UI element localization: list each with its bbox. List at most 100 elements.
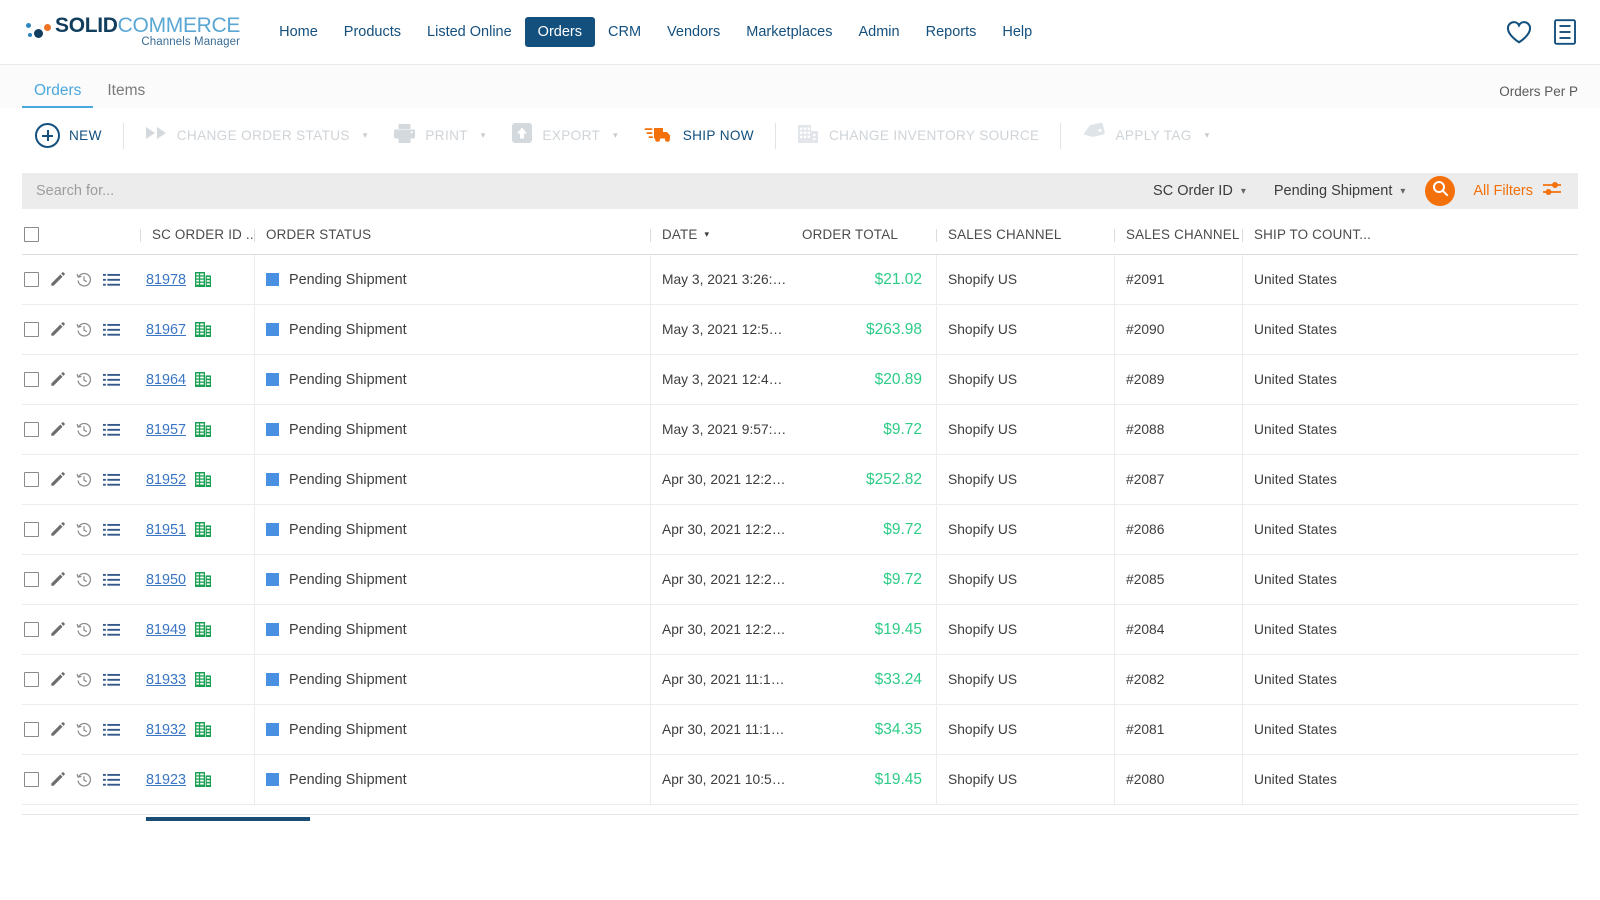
tab-orders[interactable]: Orders: [22, 82, 93, 108]
export-button[interactable]: EXPORT ▾: [498, 116, 630, 156]
line-items-icon[interactable]: [103, 773, 120, 787]
edit-pencil-icon[interactable]: [50, 772, 65, 787]
change-order-status-button[interactable]: CHANGE ORDER STATUS ▾: [132, 116, 381, 156]
order-status-filter-selector[interactable]: Pending Shipment ▾: [1260, 183, 1420, 199]
spreadsheet-icon[interactable]: [195, 672, 211, 687]
nav-item-orders[interactable]: Orders: [525, 17, 595, 47]
column-header-sc-order-id[interactable]: SC ORDER ID ...: [140, 227, 254, 255]
order-id-link[interactable]: 81923: [146, 772, 186, 788]
order-id-link[interactable]: 81967: [146, 322, 186, 338]
row-select-checkbox[interactable]: [24, 722, 39, 737]
table-row[interactable]: 81952Pending ShipmentApr 30, 2021 12:29:…: [22, 455, 1578, 505]
row-select-checkbox[interactable]: [24, 622, 39, 637]
spreadsheet-icon[interactable]: [195, 622, 211, 637]
line-items-icon[interactable]: [103, 273, 120, 287]
search-submit-button[interactable]: [1425, 176, 1455, 206]
history-clock-icon[interactable]: [76, 622, 92, 638]
table-row[interactable]: 81951Pending ShipmentApr 30, 2021 12:28:…: [22, 505, 1578, 555]
row-select-checkbox[interactable]: [24, 272, 39, 287]
edit-pencil-icon[interactable]: [50, 322, 65, 337]
spreadsheet-icon[interactable]: [195, 472, 211, 487]
spreadsheet-icon[interactable]: [195, 572, 211, 587]
apply-tag-button[interactable]: APPLY TAG ▾: [1069, 116, 1222, 156]
nav-item-help[interactable]: Help: [989, 17, 1045, 47]
history-clock-icon[interactable]: [76, 422, 92, 438]
line-items-icon[interactable]: [103, 423, 120, 437]
edit-pencil-icon[interactable]: [50, 672, 65, 687]
nav-item-home[interactable]: Home: [266, 17, 331, 47]
order-id-link[interactable]: 81933: [146, 672, 186, 688]
order-id-link[interactable]: 81932: [146, 722, 186, 738]
edit-pencil-icon[interactable]: [50, 722, 65, 737]
edit-pencil-icon[interactable]: [50, 372, 65, 387]
edit-pencil-icon[interactable]: [50, 272, 65, 287]
edit-pencil-icon[interactable]: [50, 622, 65, 637]
history-clock-icon[interactable]: [76, 572, 92, 588]
row-select-checkbox[interactable]: [24, 572, 39, 587]
row-select-checkbox[interactable]: [24, 422, 39, 437]
heart-icon[interactable]: [1506, 20, 1532, 44]
order-id-link[interactable]: 81978: [146, 272, 186, 288]
spreadsheet-icon[interactable]: [195, 272, 211, 287]
column-header-sales-channel-order[interactable]: SALES CHANNEL ORDER...: [1114, 227, 1242, 255]
row-select-checkbox[interactable]: [24, 522, 39, 537]
select-all-checkbox[interactable]: [24, 227, 39, 242]
order-id-link[interactable]: 81952: [146, 472, 186, 488]
history-clock-icon[interactable]: [76, 672, 92, 688]
history-clock-icon[interactable]: [76, 522, 92, 538]
row-select-checkbox[interactable]: [24, 672, 39, 687]
new-button[interactable]: NEW: [22, 116, 115, 156]
history-clock-icon[interactable]: [76, 772, 92, 788]
edit-pencil-icon[interactable]: [50, 572, 65, 587]
edit-pencil-icon[interactable]: [50, 472, 65, 487]
line-items-icon[interactable]: [103, 373, 120, 387]
order-id-link[interactable]: 81957: [146, 422, 186, 438]
history-clock-icon[interactable]: [76, 372, 92, 388]
history-clock-icon[interactable]: [76, 472, 92, 488]
row-select-checkbox[interactable]: [24, 322, 39, 337]
all-filters-button[interactable]: All Filters: [1461, 181, 1578, 201]
nav-item-admin[interactable]: Admin: [845, 17, 912, 47]
table-row[interactable]: 81950Pending ShipmentApr 30, 2021 12:28:…: [22, 555, 1578, 605]
line-items-icon[interactable]: [103, 573, 120, 587]
column-header-ship-to-country[interactable]: SHIP TO COUNT...: [1242, 227, 1578, 255]
table-row[interactable]: 81949Pending ShipmentApr 30, 2021 12:27:…: [22, 605, 1578, 655]
line-items-icon[interactable]: [103, 323, 120, 337]
line-items-icon[interactable]: [103, 473, 120, 487]
history-clock-icon[interactable]: [76, 722, 92, 738]
search-field-selector[interactable]: SC Order ID ▾: [1139, 183, 1260, 199]
list-panel-icon[interactable]: [1554, 19, 1576, 45]
line-items-icon[interactable]: [103, 723, 120, 737]
table-row[interactable]: 81933Pending ShipmentApr 30, 2021 11:15:…: [22, 655, 1578, 705]
nav-item-products[interactable]: Products: [331, 17, 414, 47]
table-row[interactable]: 81957Pending ShipmentMay 3, 2021 9:57:32…: [22, 405, 1578, 455]
spreadsheet-icon[interactable]: [195, 772, 211, 787]
nav-item-vendors[interactable]: Vendors: [654, 17, 733, 47]
chevron-down-icon[interactable]: ▾: [481, 130, 486, 141]
tab-items[interactable]: Items: [95, 82, 157, 108]
change-inventory-source-button[interactable]: CHANGE INVENTORY SOURCE: [784, 116, 1053, 156]
spreadsheet-icon[interactable]: [195, 372, 211, 387]
chevron-down-icon[interactable]: ▾: [363, 130, 368, 141]
row-select-checkbox[interactable]: [24, 372, 39, 387]
orders-per-page-label[interactable]: Orders Per P: [1499, 84, 1578, 108]
table-row[interactable]: 81932Pending ShipmentApr 30, 2021 11:14:…: [22, 705, 1578, 755]
order-id-link[interactable]: 81949: [146, 622, 186, 638]
table-row[interactable]: 81964Pending ShipmentMay 3, 2021 12:42:3…: [22, 355, 1578, 405]
chevron-down-icon[interactable]: ▾: [613, 130, 618, 141]
edit-pencil-icon[interactable]: [50, 422, 65, 437]
nav-item-reports[interactable]: Reports: [913, 17, 990, 47]
spreadsheet-icon[interactable]: [195, 422, 211, 437]
line-items-icon[interactable]: [103, 623, 120, 637]
search-input[interactable]: [22, 183, 1139, 199]
spreadsheet-icon[interactable]: [195, 322, 211, 337]
horizontal-scrollbar-thumb[interactable]: [146, 817, 310, 821]
column-header-order-total[interactable]: ORDER TOTAL: [790, 227, 936, 255]
table-row[interactable]: 81923Pending ShipmentApr 30, 2021 10:53:…: [22, 755, 1578, 805]
row-select-checkbox[interactable]: [24, 772, 39, 787]
spreadsheet-icon[interactable]: [195, 522, 211, 537]
print-button[interactable]: PRINT ▾: [380, 116, 498, 156]
edit-pencil-icon[interactable]: [50, 522, 65, 537]
column-header-date[interactable]: DATE ▾: [650, 227, 790, 255]
order-id-link[interactable]: 81950: [146, 572, 186, 588]
